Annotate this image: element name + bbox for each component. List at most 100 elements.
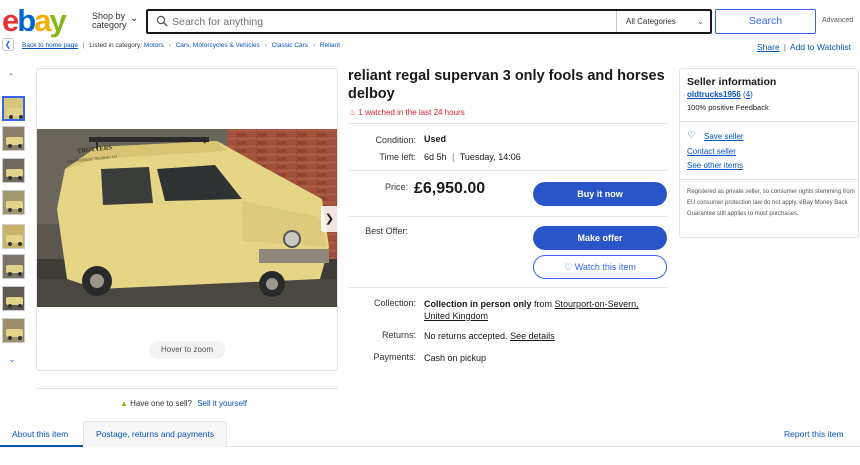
- time-left-end: Tuesday, 14:06: [459, 152, 521, 162]
- price-label: Price:: [384, 182, 408, 192]
- logo-letter: a: [34, 3, 51, 38]
- thumbnail-image[interactable]: [2, 254, 25, 279]
- price-value: £6,950.00: [414, 180, 486, 197]
- chevron-right-icon: ›: [264, 42, 267, 49]
- seller-name: oldtrucks1956 (4): [687, 90, 753, 99]
- payments-label: Payments:: [373, 352, 416, 362]
- divider: [680, 121, 858, 122]
- logo-letter: b: [17, 3, 36, 38]
- seller-name-link[interactable]: oldtrucks1956: [687, 90, 741, 99]
- share-watchlist: Share | Add to Watchlist: [757, 42, 851, 52]
- share-link[interactable]: Share: [757, 42, 780, 52]
- thumbnail-image[interactable]: [2, 286, 25, 311]
- back-to-home-link[interactable]: Back to home page: [22, 42, 78, 49]
- collection-from: from: [534, 299, 553, 309]
- ebay-logo[interactable]: ebay: [2, 3, 67, 38]
- condition-label: Condition:: [375, 135, 416, 145]
- collection-method: Collection in person only: [424, 299, 532, 309]
- dropdown-arrow-icon: ⌄: [697, 17, 704, 26]
- collection-value: Collection in person only from Stourport…: [424, 298, 664, 322]
- divider: [348, 123, 668, 124]
- advanced-search-link[interactable]: Advanced: [822, 17, 853, 24]
- condition-value: Used: [424, 134, 447, 144]
- search-button[interactable]: Search: [715, 9, 816, 34]
- chevron-down-icon: ⌄: [130, 13, 139, 24]
- divider: [348, 170, 668, 171]
- logo-letter: e: [2, 3, 19, 38]
- sell-prompt-text: Have one to sell?: [130, 399, 192, 408]
- search-bar: All Categories ⌄: [146, 9, 712, 34]
- divider: [680, 179, 858, 180]
- heart-icon[interactable]: ♡: [687, 130, 696, 141]
- shop-by-category-button[interactable]: Shop by category ⌄: [92, 12, 138, 30]
- see-other-items-link[interactable]: See other items: [687, 161, 743, 170]
- collection-label: Collection:: [373, 298, 416, 308]
- returns-see-details-link[interactable]: See details: [510, 331, 555, 341]
- logo-letter: y: [49, 3, 66, 38]
- breadcrumb-item[interactable]: Reliant: [320, 42, 340, 49]
- fire-icon: ♨: [349, 108, 357, 117]
- breadcrumb-item[interactable]: Motors: [144, 42, 164, 49]
- sell-it-yourself-link[interactable]: Sell it yourself: [197, 399, 247, 408]
- item-title: reliant regal supervan 3 only fools and …: [348, 68, 665, 102]
- breadcrumb: Back to home page | Listed in category: …: [22, 42, 340, 49]
- seller-feedback-count-link[interactable]: 4: [746, 90, 750, 99]
- thumbnail-up-icon[interactable]: ⌃: [4, 72, 18, 84]
- seller-consumer-note: Registered as private seller, so consume…: [687, 189, 855, 217]
- seller-heading: Seller information: [687, 76, 777, 88]
- watch-this-item-button[interactable]: ♡ Watch this item: [533, 255, 667, 279]
- report-item-link[interactable]: Report this item: [784, 429, 844, 439]
- main-image-van-photo[interactable]: TROTTERS INDEPENDENT TRADING CO: [37, 129, 337, 307]
- time-left-duration: 6d 5h: [424, 152, 447, 162]
- tag-icon: ▲: [120, 399, 128, 408]
- search-icon: [156, 15, 168, 27]
- watch-count-text: 1 watched in the last 24 hours: [358, 108, 465, 117]
- thumbnail-image[interactable]: [2, 224, 25, 249]
- watch-this-item-label: Watch this item: [574, 262, 636, 272]
- breadcrumb-separator: |: [82, 42, 85, 49]
- seller-feedback-percent: 100% positive Feedback: [687, 103, 769, 112]
- seller-information-panel: Seller information oldtrucks1956 (4) 100…: [679, 68, 859, 238]
- chevron-right-icon: ›: [168, 42, 171, 49]
- buy-it-now-button[interactable]: Buy it now: [533, 182, 667, 206]
- time-left-label: Time left:: [379, 152, 416, 162]
- divider: [348, 216, 668, 217]
- watch-count-alert: ♨ 1 watched in the last 24 hours: [349, 108, 465, 117]
- make-offer-button[interactable]: Make offer: [533, 226, 667, 250]
- divider: |: [783, 42, 786, 52]
- category-select-value: All Categories: [626, 17, 676, 26]
- add-to-watchlist-link[interactable]: Add to Watchlist: [790, 42, 851, 52]
- save-seller-link[interactable]: Save seller: [704, 132, 744, 141]
- category-label: category: [92, 20, 127, 30]
- thumbnail-down-icon[interactable]: ⌄: [2, 350, 22, 368]
- payments-value: Cash on pickup: [424, 353, 487, 363]
- active-tab-indicator: [0, 445, 83, 447]
- main-image-container[interactable]: TROTTERS INDEPENDENT TRADING CO: [36, 68, 338, 371]
- tab-about-this-item[interactable]: About this item: [0, 421, 83, 447]
- time-left-value: 6d 5h | Tuesday, 14:06: [424, 152, 521, 162]
- sell-prompt: ▲ Have one to sell? Sell it yourself: [120, 399, 247, 408]
- best-offer-label: Best Offer:: [365, 226, 408, 236]
- thumbnail-image[interactable]: [2, 96, 25, 121]
- category-select[interactable]: All Categories ⌄: [616, 11, 712, 32]
- divider: |: [452, 152, 455, 162]
- divider: [348, 287, 668, 288]
- contact-seller-link[interactable]: Contact seller: [687, 147, 736, 156]
- hover-to-zoom-badge: Hover to zoom: [149, 341, 225, 359]
- divider: [36, 388, 338, 389]
- thumbnail-image[interactable]: [2, 190, 25, 215]
- breadcrumb-item[interactable]: Classic Cars: [272, 42, 308, 49]
- listed-in-label: Listed in category:: [89, 42, 143, 49]
- search-input[interactable]: [172, 13, 612, 31]
- thumbnail-image[interactable]: [2, 318, 25, 343]
- next-image-arrow-icon[interactable]: ❯: [321, 206, 338, 232]
- chevron-right-icon: ›: [312, 42, 316, 49]
- returns-text: No returns accepted.: [424, 331, 508, 341]
- back-arrow-icon[interactable]: ❮: [2, 38, 14, 51]
- thumbnail-image[interactable]: [2, 158, 25, 183]
- heart-icon: ♡: [564, 262, 573, 272]
- breadcrumb-item[interactable]: Cars, Motorcycles & Vehicles: [176, 42, 260, 49]
- returns-value: No returns accepted. See details: [424, 331, 555, 341]
- tab-postage-returns-payments[interactable]: Postage, returns and payments: [83, 421, 227, 447]
- thumbnail-image[interactable]: [2, 126, 25, 151]
